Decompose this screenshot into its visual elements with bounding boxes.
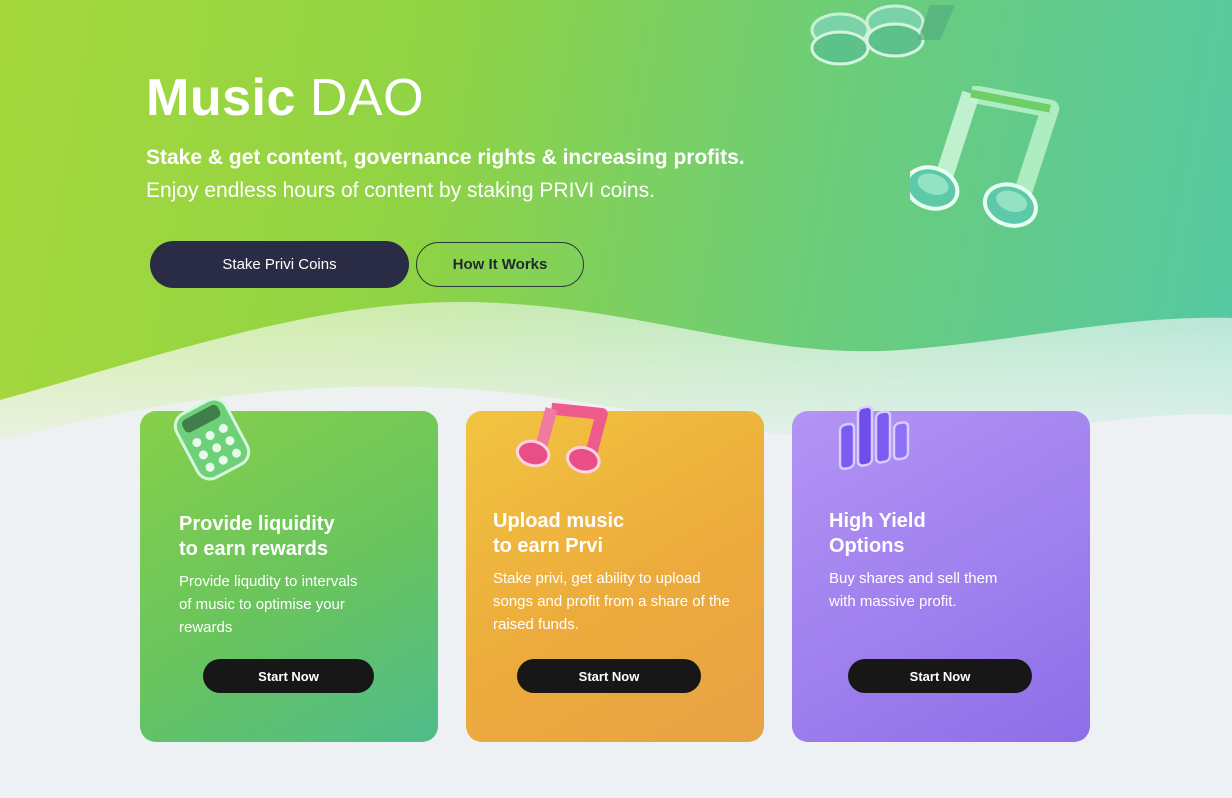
start-now-button[interactable]: Start Now — [517, 659, 701, 693]
stake-privi-coins-button[interactable]: Stake Privi Coins — [150, 241, 409, 288]
card-description: Stake privi, get ability to upload songs… — [493, 570, 730, 633]
card-description: Provide liqudity to intervals of music t… — [179, 573, 358, 636]
upload-music-card: Upload music to earn Prvi Stake privi, g… — [466, 402, 764, 742]
hero-subtitle: Stake & get content, governance rights &… — [146, 146, 745, 169]
hero-tagline: Enjoy endless hours of content by stakin… — [146, 179, 655, 202]
card-title: Upload music to earn Prvi — [493, 510, 625, 557]
chart-bars-icon — [838, 405, 910, 471]
glass-coins-icon — [810, 4, 955, 66]
liquidity-card: Provide liquidity to earn rewards Provid… — [140, 397, 438, 742]
card-description: Buy shares and sell them with massive pr… — [829, 570, 998, 610]
card-title: High Yield Options — [829, 510, 926, 557]
calculator-icon — [173, 397, 251, 481]
glass-music-note-icon — [910, 86, 1060, 228]
start-now-button[interactable]: Start Now — [203, 659, 374, 693]
title-bold-text: Music — [146, 69, 296, 127]
title-light-text: DAO — [309, 69, 425, 127]
card-title: Provide liquidity to earn rewards — [179, 513, 335, 560]
start-now-button[interactable]: Start Now — [848, 659, 1032, 693]
how-it-works-button[interactable]: How It Works — [416, 242, 584, 287]
high-yield-card: High Yield Options Buy shares and sell t… — [792, 405, 1090, 742]
music-note-icon — [515, 402, 608, 474]
page-title: Music DAO — [146, 68, 424, 128]
